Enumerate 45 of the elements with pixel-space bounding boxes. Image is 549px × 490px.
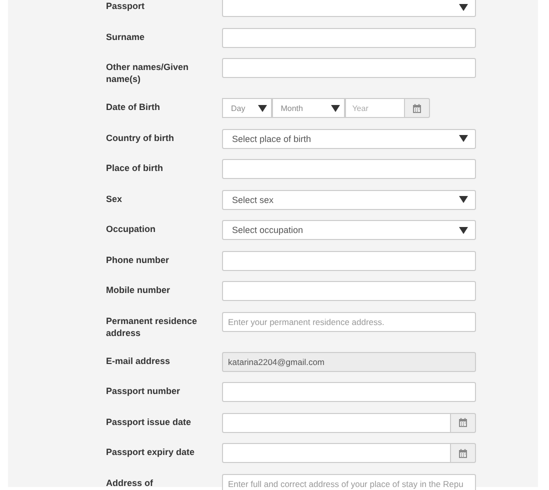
text-field[interactable] <box>222 159 476 179</box>
date-field[interactable] <box>222 412 451 432</box>
calendar-button[interactable] <box>451 443 476 463</box>
field-label: Occupation <box>106 223 157 235</box>
select-dropdown[interactable]: Select occupation <box>222 220 476 240</box>
caret-icon <box>331 104 340 112</box>
select-dropdown[interactable] <box>222 0 476 17</box>
field-label: Phone number <box>106 254 170 266</box>
day-select[interactable]: Day <box>222 98 272 118</box>
field-label: Place of birth <box>106 162 164 174</box>
calendar-icon <box>459 418 467 427</box>
text-field[interactable] <box>222 281 476 301</box>
field-label: Other names/Given name(s) <box>106 61 190 85</box>
date-field[interactable] <box>222 443 451 463</box>
caret-icon <box>459 196 468 203</box>
year-field[interactable]: Year <box>345 98 406 118</box>
month-select[interactable]: Month <box>272 98 346 118</box>
field-label: Country of birth <box>106 132 175 144</box>
text-field[interactable] <box>222 28 476 48</box>
field-label: Sex <box>106 192 124 204</box>
field-label: Date of Birth <box>106 101 161 113</box>
field-label: Surname <box>106 30 146 42</box>
calendar-icon <box>413 104 422 112</box>
select-dropdown[interactable]: Select place of birth <box>222 128 476 148</box>
calendar-button[interactable] <box>405 98 430 118</box>
text-field[interactable]: Enter full and correct address of your place of stay in the Repu <box>222 474 476 490</box>
text-field[interactable]: Enter your permanent residence address. <box>222 312 476 332</box>
field-label: E-mail address <box>106 354 172 366</box>
caret-icon <box>459 135 468 142</box>
field-label: Passport issue date <box>106 416 192 428</box>
caret-icon <box>459 4 468 10</box>
caret-icon <box>459 226 468 234</box>
field-label: Permanent residence address <box>106 314 198 338</box>
field-label: Address of <box>106 476 154 488</box>
field-label: Passport <box>106 0 146 12</box>
calendar-icon <box>459 448 467 458</box>
text-field[interactable] <box>222 250 476 270</box>
field-label: Mobile number <box>106 284 172 296</box>
caret-icon <box>258 104 267 112</box>
calendar-button[interactable] <box>451 412 476 432</box>
text-field[interactable] <box>222 58 476 78</box>
text-field[interactable] <box>222 382 476 402</box>
field-label: Passport expiry date <box>106 446 196 458</box>
field-label: Passport number <box>106 385 182 397</box>
select-dropdown[interactable]: Select sex <box>222 190 476 210</box>
